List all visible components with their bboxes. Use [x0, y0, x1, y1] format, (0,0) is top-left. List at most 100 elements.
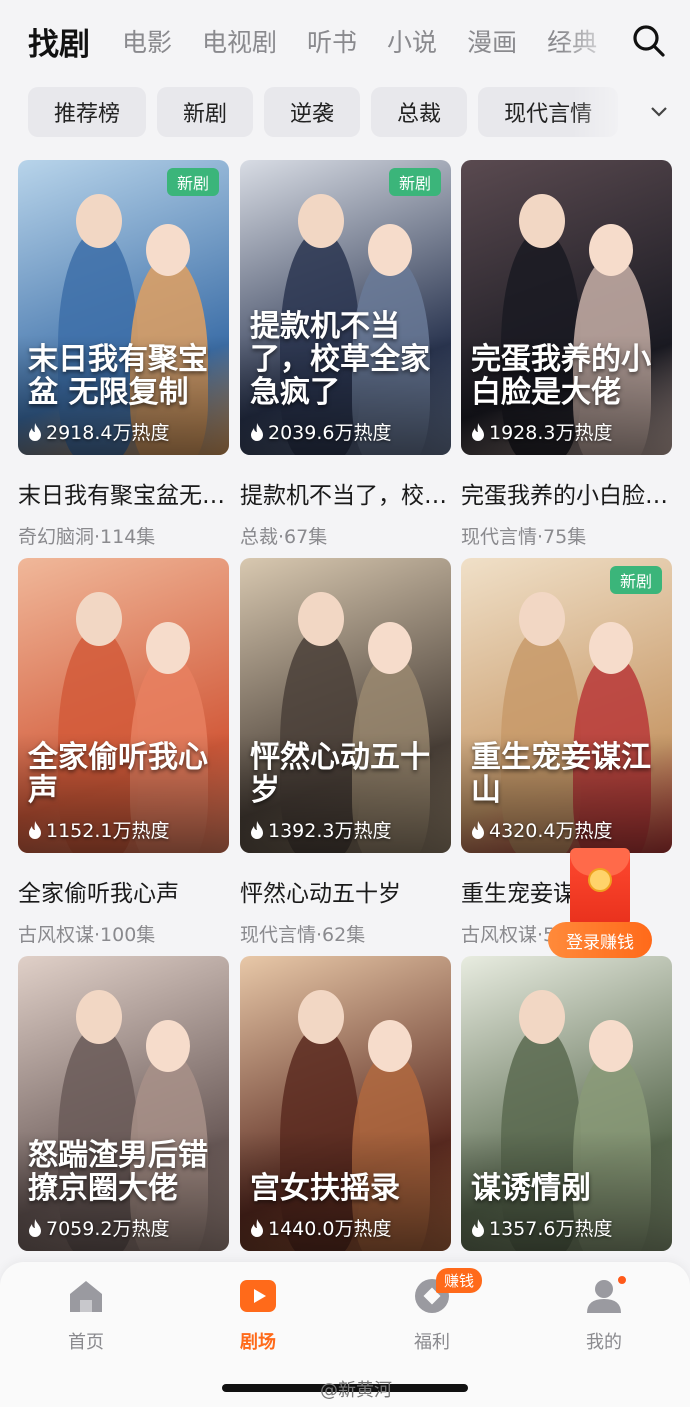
tab-novel[interactable]: 小说	[387, 23, 437, 59]
flame-icon	[29, 820, 41, 839]
watermark: @新黄河	[320, 1380, 392, 1401]
poster-title-art: 全家偷听我心声	[28, 740, 208, 808]
drama-poster[interactable]: 全家偷听我心声 1152.1万热度	[18, 558, 229, 853]
more-filters-button[interactable]	[628, 86, 690, 138]
poster-face	[76, 990, 122, 1044]
poster-title-art: 重生宠妾谋江山	[471, 740, 651, 808]
new-badge: 新剧	[610, 566, 662, 594]
tab-audiobook[interactable]: 听书	[307, 23, 357, 59]
drama-poster[interactable]: 怦然心动五十岁 1392.3万热度	[240, 558, 451, 853]
drama-card[interactable]: 末日我有聚宝盆 无限复制 新剧 2918.4万热度末日我有聚宝盆无限复制奇幻脑洞·1…	[18, 160, 229, 549]
heat-value: 1440.0万热度	[268, 1218, 392, 1240]
poster-face	[76, 194, 122, 248]
poster-face	[76, 592, 122, 646]
drama-meta: 奇幻脑洞·114集	[18, 526, 156, 548]
nav-profile[interactable]: 我的	[544, 1272, 664, 1356]
poster-face	[298, 592, 344, 646]
drama-card[interactable]: 宫女扶摇录 1440.0万热度	[240, 956, 451, 1251]
poster-face	[519, 990, 565, 1044]
drama-poster[interactable]: 谋诱情剐 1357.6万热度	[461, 956, 672, 1251]
login-earn-button[interactable]: 登录赚钱	[548, 922, 652, 958]
poster-face	[589, 622, 633, 674]
new-badge: 新剧	[389, 168, 441, 196]
drama-meta: 古风权谋·100集	[18, 924, 156, 946]
flame-icon	[472, 820, 484, 839]
flame-icon	[251, 820, 263, 839]
heat-indicator: 1152.1万热度	[28, 816, 169, 843]
nav-welfare[interactable]: 赚钱 福利	[372, 1268, 492, 1356]
drama-card[interactable]: 谋诱情剐 1357.6万热度	[461, 956, 672, 1251]
poster-title-art: 提款机不当了，校草全家急疯了	[250, 309, 430, 410]
flame-icon	[251, 422, 263, 441]
search-button[interactable]	[608, 0, 690, 82]
drama-card[interactable]: 全家偷听我心声 1152.1万热度 全家偷听我心声 古风权谋·100集	[18, 558, 229, 947]
drama-poster[interactable]: 末日我有聚宝盆 无限复制 新剧 2918.4万热度	[18, 160, 229, 455]
drama-title[interactable]: 完蛋我养的小白脸是大佬	[461, 476, 672, 510]
chip-fade	[572, 86, 632, 138]
drama-meta: 总裁·67集	[240, 526, 328, 548]
heat-value: 1152.1万热度	[46, 820, 170, 842]
drama-poster[interactable]: 提款机不当了，校草全家急疯了 新剧 2039.6万热度	[240, 160, 451, 455]
drama-title[interactable]: 提款机不当了，校草全家急疯了	[240, 476, 451, 510]
drama-title[interactable]: 末日我有聚宝盆无限复制	[18, 476, 229, 510]
new-badge: 新剧	[167, 168, 219, 196]
drama-card[interactable]: 完蛋我养的小白脸是大佬1928.3万热度完蛋我养的小白脸是大佬现代言情·75集	[461, 160, 672, 549]
tab-find-drama[interactable]: 找剧	[28, 19, 90, 64]
theater-icon	[238, 1276, 278, 1316]
drama-poster[interactable]: 重生宠妾谋江山 新剧 4320.4万热度	[461, 558, 672, 853]
heat-indicator: 1357.6万热度	[471, 1214, 612, 1241]
chip-new[interactable]: 新剧	[157, 87, 254, 137]
chip-ranking[interactable]: 推荐榜	[28, 87, 147, 137]
notification-dot	[616, 1274, 628, 1286]
red-packet-widget[interactable]: 登录赚钱	[548, 848, 652, 960]
drama-card[interactable]: 提款机不当了，校草全家急疯了新剧2039.6万热度提款机不当了，校草全家急疯了总…	[240, 160, 451, 549]
flame-icon	[251, 1218, 263, 1237]
heat-value: 2918.4万热度	[46, 422, 170, 444]
poster-face	[146, 1020, 190, 1072]
nav-profile-label: 我的	[586, 1332, 622, 1353]
heat-indicator: 1392.3万热度	[250, 816, 391, 843]
top-tab-bar: 找剧 电影 电视剧 听书 小说 漫画 经典	[0, 0, 690, 82]
tab-movie[interactable]: 电影	[122, 23, 172, 59]
heat-indicator: 2039.6万热度	[250, 418, 391, 445]
heat-value: 4320.4万热度	[489, 820, 613, 842]
profile-icon	[584, 1274, 628, 1316]
poster-face	[368, 1020, 412, 1072]
heat-indicator: 2918.4万热度	[28, 418, 169, 445]
nav-theater[interactable]: 剧场	[198, 1272, 318, 1356]
drama-title[interactable]: 全家偷听我心声	[18, 874, 229, 908]
poster-title-art: 末日我有聚宝盆 无限复制	[28, 342, 208, 410]
drama-title[interactable]: 怦然心动五十岁	[240, 874, 451, 908]
drama-poster[interactable]: 完蛋我养的小白脸是大佬 1928.3万热度	[461, 160, 672, 455]
poster-face	[146, 622, 190, 674]
heat-indicator: 1928.3万热度	[471, 418, 612, 445]
gift-icon: 赚钱	[412, 1268, 483, 1316]
filter-chip-bar: 推荐榜 新剧 逆袭 总裁 现代言情	[0, 86, 690, 138]
drama-meta: 现代言情·75集	[461, 526, 587, 548]
drama-card[interactable]: 怦然心动五十岁 1392.3万热度 怦然心动五十岁 现代言情·62集	[240, 558, 451, 947]
drama-card[interactable]: 怒踹渣男后错撩京圈大佬 7059.2万热度	[18, 956, 229, 1251]
nav-welfare-label: 福利	[414, 1332, 450, 1353]
chip-ceo[interactable]: 总裁	[371, 87, 468, 137]
heat-indicator: 1440.0万热度	[250, 1214, 391, 1241]
heat-value: 1357.6万热度	[489, 1218, 613, 1240]
earn-badge: 赚钱	[436, 1268, 483, 1293]
tab-comic[interactable]: 漫画	[467, 23, 517, 59]
heat-indicator: 7059.2万热度	[28, 1214, 169, 1241]
heat-value: 7059.2万热度	[46, 1218, 170, 1240]
poster-face	[368, 224, 412, 276]
poster-face	[298, 194, 344, 248]
drama-poster[interactable]: 宫女扶摇录 1440.0万热度	[240, 956, 451, 1251]
chevron-down-icon	[651, 107, 667, 117]
heat-value: 1392.3万热度	[268, 820, 392, 842]
chip-comeback[interactable]: 逆袭	[264, 87, 361, 137]
tab-tv-series[interactable]: 电视剧	[202, 23, 277, 59]
poster-face	[368, 622, 412, 674]
flame-icon	[29, 1218, 41, 1237]
drama-poster[interactable]: 怒踹渣男后错撩京圈大佬 7059.2万热度	[18, 956, 229, 1251]
poster-title-art: 谋诱情剐	[471, 1171, 591, 1206]
poster-face	[589, 1020, 633, 1072]
nav-home[interactable]: 首页	[26, 1272, 146, 1356]
coin-icon	[588, 868, 612, 892]
nav-home-label: 首页	[68, 1332, 104, 1353]
